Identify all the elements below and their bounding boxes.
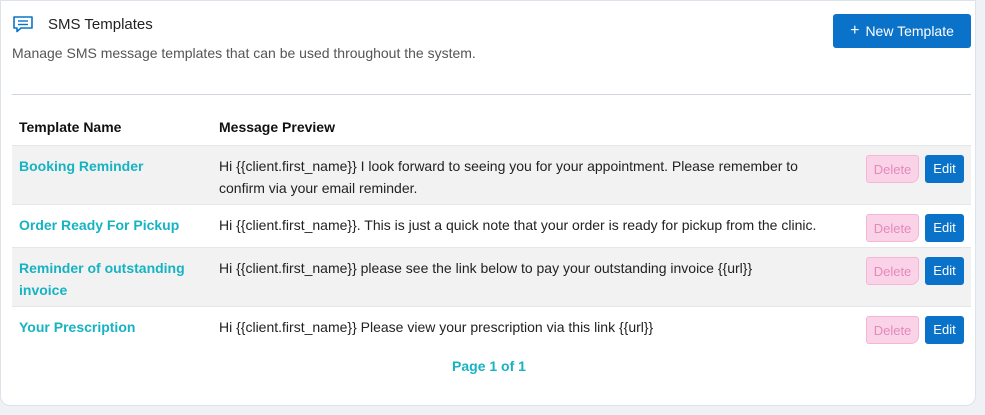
table-row: Your Prescription Hi {{client.first_name… (12, 306, 971, 350)
sms-templates-card: SMS Templates Manage SMS message templat… (0, 0, 976, 406)
header: SMS Templates (12, 15, 153, 33)
table-header-row: Template Name Message Preview (12, 109, 971, 146)
delete-button[interactable]: Delete (866, 155, 919, 183)
edit-button[interactable]: Edit (925, 155, 964, 183)
delete-button[interactable]: Delete (866, 316, 919, 344)
message-preview: Hi {{client.first_name}} please see the … (212, 247, 847, 307)
column-header-message-preview: Message Preview (219, 119, 335, 135)
new-template-label: New Template (865, 23, 954, 39)
row-actions: Delete Edit (847, 306, 971, 350)
table-row: Reminder of outstanding invoice Hi {{cli… (12, 247, 971, 307)
column-header-actions (847, 109, 971, 146)
page-subtitle: Manage SMS message templates that can be… (12, 45, 476, 61)
pagination-label: Page 1 of 1 (452, 358, 526, 374)
column-header-template-name: Template Name (19, 119, 122, 135)
row-actions: Delete Edit (847, 247, 971, 307)
edit-button[interactable]: Edit (925, 257, 964, 285)
template-name-link[interactable]: Booking Reminder (12, 145, 212, 205)
new-template-button[interactable]: + New Template (833, 14, 971, 48)
row-actions: Delete Edit (847, 204, 971, 248)
message-preview: Hi {{client.first_name}}. This is just a… (212, 204, 847, 248)
divider (12, 94, 971, 95)
plus-icon: + (850, 22, 860, 39)
table-row: Order Ready For Pickup Hi {{client.first… (12, 204, 971, 248)
table-row: Booking Reminder Hi {{client.first_name}… (12, 145, 971, 205)
edit-button[interactable]: Edit (925, 316, 964, 344)
delete-button[interactable]: Delete (866, 257, 919, 285)
template-name-link[interactable]: Reminder of outstanding invoice (12, 247, 212, 307)
template-name-link[interactable]: Order Ready For Pickup (12, 204, 212, 248)
templates-table: Template Name Message Preview Booking Re… (12, 109, 971, 350)
message-preview: Hi {{client.first_name}} I look forward … (212, 145, 847, 205)
edit-button[interactable]: Edit (925, 214, 964, 242)
template-name-link[interactable]: Your Prescription (12, 306, 212, 350)
page-title: SMS Templates (48, 15, 153, 33)
delete-button[interactable]: Delete (866, 214, 919, 242)
row-actions: Delete Edit (847, 145, 971, 205)
message-icon (12, 15, 34, 33)
message-preview: Hi {{client.first_name}} Please view you… (212, 306, 847, 350)
